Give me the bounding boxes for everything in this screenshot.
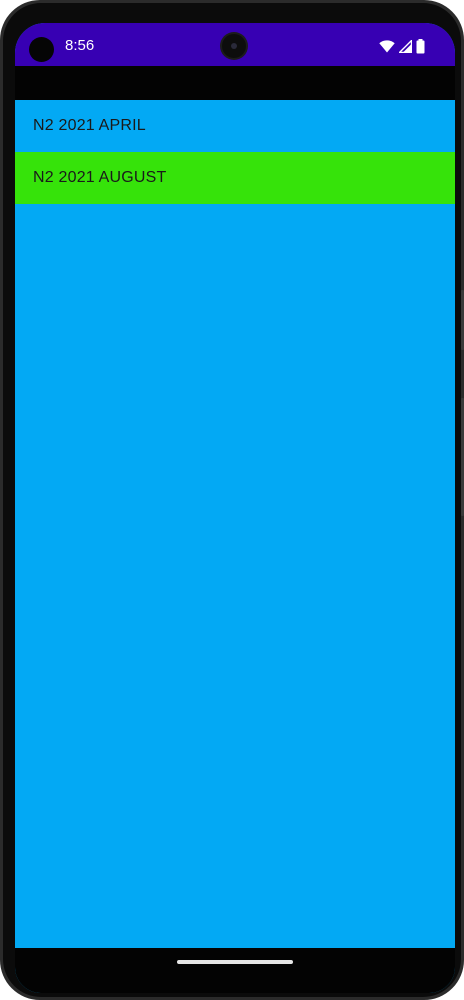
list-item-n2-2021-april[interactable]: N2 2021 APRIL <box>15 100 455 152</box>
phone-bezel: 8:56 N2 2021 APRIL N2 2021 AUGUST <box>3 3 461 997</box>
status-bar: 8:56 <box>15 23 455 66</box>
app-toolbar <box>15 66 455 100</box>
list-item-label: N2 2021 APRIL <box>33 117 146 134</box>
battery-icon <box>416 38 425 54</box>
exam-list: N2 2021 APRIL N2 2021 AUGUST <box>15 100 455 204</box>
wifi-icon <box>379 39 395 53</box>
navigation-bar <box>15 948 455 993</box>
status-icons <box>379 38 425 54</box>
phone-frame: 8:56 N2 2021 APRIL N2 2021 AUGUST <box>0 0 464 1000</box>
notification-dot-icon <box>29 37 54 62</box>
list-item-label: N2 2021 AUGUST <box>33 169 167 186</box>
screen: 8:56 N2 2021 APRIL N2 2021 AUGUST <box>15 23 455 993</box>
cellular-signal-icon <box>399 39 412 53</box>
front-camera <box>222 34 246 58</box>
home-handle[interactable] <box>177 960 293 964</box>
status-time: 8:56 <box>65 37 95 54</box>
list-item-n2-2021-august[interactable]: N2 2021 AUGUST <box>15 152 455 204</box>
